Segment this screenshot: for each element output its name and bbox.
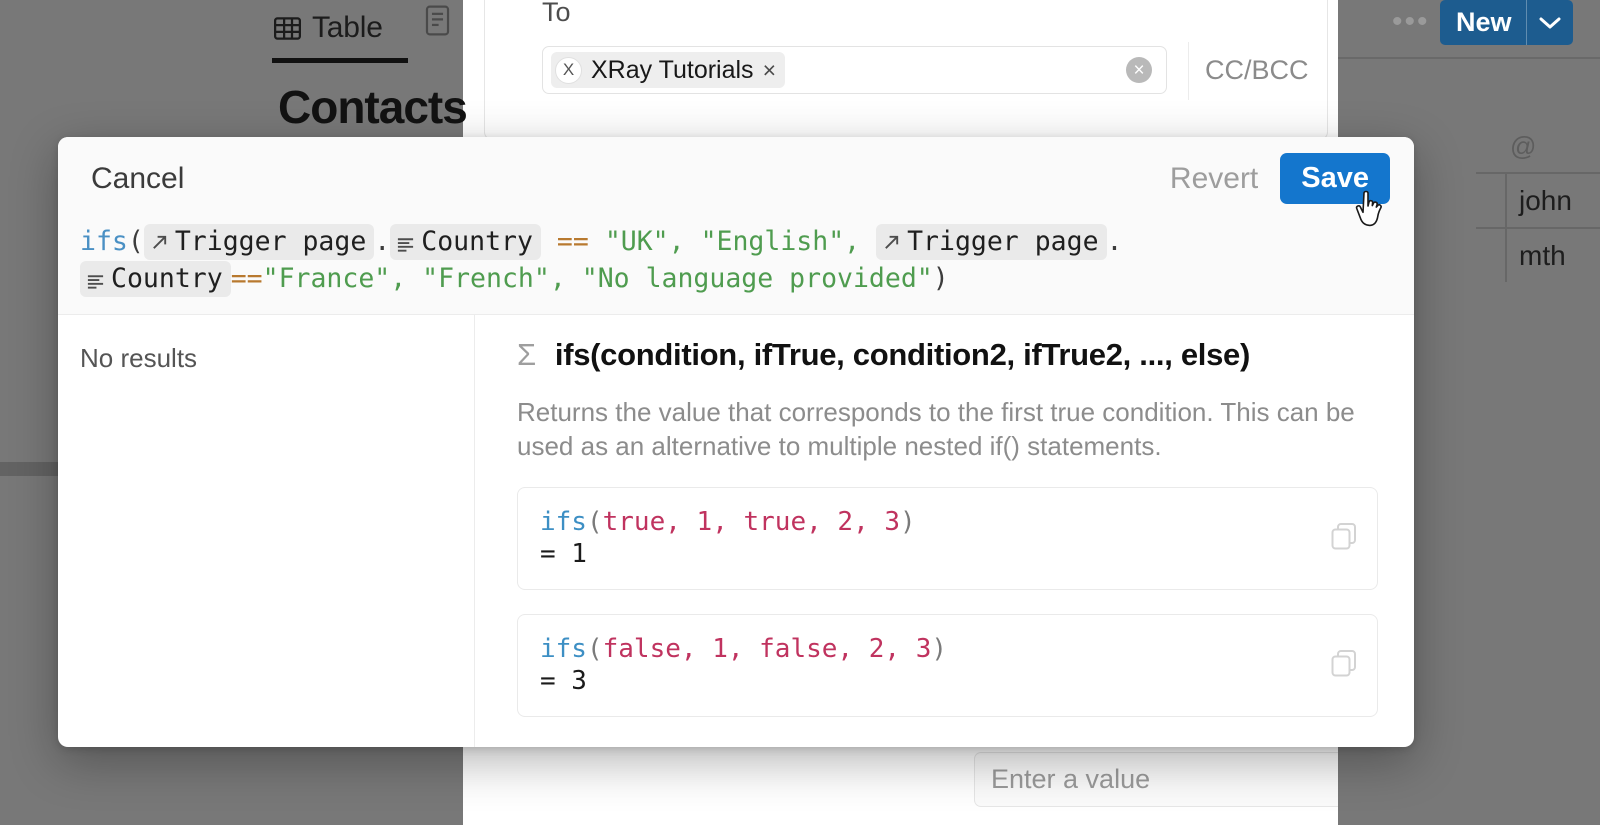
property-chip-label: Trigger page xyxy=(907,226,1099,257)
sigma-icon: Σ xyxy=(517,337,536,372)
property-chip-label: Trigger page xyxy=(174,226,367,257)
formula-dot: . xyxy=(1106,226,1123,257)
no-results-label: No results xyxy=(80,343,198,373)
arrow-up-right-icon xyxy=(150,226,169,261)
formula-operator: == xyxy=(556,226,589,257)
example-block: ifs(true, 1, true, 2, 3) = 1 xyxy=(517,487,1378,590)
text-lines-icon xyxy=(86,263,105,298)
recipient-name: XRay Tutorials xyxy=(591,55,754,84)
function-signature-row: Σ ifs(condition, ifTrue, condition2, ifT… xyxy=(517,337,1378,373)
formula-expression[interactable]: ifs( Trigger page. Country == "UK", "Engli… xyxy=(80,224,1392,298)
modal-body: No results Σ ifs(condition, ifTrue, cond… xyxy=(58,314,1414,747)
to-recipients-field[interactable]: X XRay Tutorials × × xyxy=(542,46,1167,94)
document-icon[interactable] xyxy=(425,5,450,36)
formula-input-area[interactable]: ifs( Trigger page. Country == "UK", "Engli… xyxy=(58,220,1414,314)
results-pane: No results xyxy=(58,315,475,747)
example-args: false, 1, false, 2, 3 xyxy=(602,634,932,664)
table-row[interactable]: mth xyxy=(1476,227,1600,282)
example-result: = 1 xyxy=(540,539,587,569)
recipient-chip[interactable]: X XRay Tutorials × xyxy=(551,52,785,88)
cancel-button[interactable]: Cancel xyxy=(91,162,184,196)
formula-string: h", xyxy=(517,263,566,294)
formula-string: "Frenc xyxy=(422,263,518,294)
example-open-paren: ( xyxy=(586,634,603,664)
example-code: ifs(false, 1, false, 2, 3) xyxy=(540,633,1355,666)
new-button[interactable]: New xyxy=(1440,0,1573,45)
example-result: = 3 xyxy=(540,666,587,696)
modal-header: Cancel Revert Save xyxy=(58,137,1414,220)
documentation-pane: Σ ifs(condition, ifTrue, condition2, ifT… xyxy=(475,315,1414,747)
clear-field-icon[interactable]: × xyxy=(1126,57,1152,83)
compose-card: To X XRay Tutorials × × CC/BCC xyxy=(484,0,1328,140)
page-title: Contacts xyxy=(278,81,468,133)
remove-recipient-icon[interactable]: × xyxy=(763,58,776,82)
view-tab-bar: Table xyxy=(272,0,463,63)
example-open-paren: ( xyxy=(586,507,603,537)
to-label: To xyxy=(542,0,571,27)
example-function: ifs xyxy=(540,507,587,537)
save-button[interactable]: Save xyxy=(1280,153,1390,204)
formula-string: "France", xyxy=(262,263,407,294)
value-input-placeholder: Enter a value xyxy=(991,764,1151,794)
contacts-table-fragment: @ john mth xyxy=(1476,120,1600,282)
example-function: ifs xyxy=(540,634,587,664)
table-grid-icon xyxy=(274,16,301,40)
formula-string: "English", xyxy=(700,226,861,257)
revert-button[interactable]: Revert xyxy=(1162,158,1266,200)
text-lines-icon xyxy=(396,226,415,261)
example-code: ifs(true, 1, true, 2, 3) xyxy=(540,506,1355,539)
example-close-paren: ) xyxy=(900,507,916,537)
example-args: true, 1, true, 2, 3 xyxy=(602,507,901,537)
toolbar-rule xyxy=(1338,57,1600,59)
avatar: X xyxy=(555,56,582,84)
screen: To X XRay Tutorials × × CC/BCC Enter a v… xyxy=(0,0,1600,825)
tab-table[interactable]: Table xyxy=(272,0,385,56)
formula-string: "No language provided" xyxy=(581,263,933,294)
property-chip-country[interactable]: Country xyxy=(390,224,541,260)
formula-function-name: ifs xyxy=(80,226,128,257)
property-chip-trigger-page[interactable]: Trigger page xyxy=(876,224,1107,261)
example-close-paren: ) xyxy=(931,634,948,664)
formula-close-paren: ) xyxy=(932,263,949,294)
row-gutter xyxy=(1476,174,1507,227)
header-actions: Revert Save xyxy=(1162,153,1414,204)
formula-editor-modal: Cancel Revert Save ifs(Trigger page. Coun… xyxy=(58,137,1414,747)
table-row[interactable]: john xyxy=(1476,172,1600,227)
property-chip-label: Country xyxy=(111,263,223,294)
ccbcc-link[interactable]: CC/BCC xyxy=(1205,55,1309,86)
copy-icon[interactable] xyxy=(1331,649,1357,682)
table-header-cell: @ xyxy=(1510,130,1537,161)
chevron-down-icon[interactable] xyxy=(1527,16,1573,30)
tab-table-label: Table xyxy=(312,11,383,44)
table-cell: john xyxy=(1519,184,1572,216)
function-description: Returns the value that corresponds to th… xyxy=(517,397,1355,461)
row-gutter xyxy=(1476,229,1507,282)
overflow-menu-icon[interactable]: ••• xyxy=(1392,7,1430,37)
property-chip-country[interactable]: Country xyxy=(80,261,231,297)
example-block: ifs(false, 1, false, 2, 3) = 3 xyxy=(517,614,1378,717)
new-button-label: New xyxy=(1456,7,1512,37)
property-chip-label: Country xyxy=(421,226,533,257)
formula-operator: == xyxy=(230,263,263,294)
formula-open-paren: ( xyxy=(127,226,144,257)
property-chip-trigger-page[interactable]: Trigger page xyxy=(143,224,375,261)
compose-divider xyxy=(1188,42,1189,100)
formula-string: "UK", xyxy=(604,226,685,257)
table-cell: mth xyxy=(1519,239,1566,271)
arrow-up-right-icon xyxy=(882,226,901,261)
function-signature: ifs(condition, ifTrue, condition2, ifTru… xyxy=(554,337,1251,372)
copy-icon[interactable] xyxy=(1331,522,1357,555)
formula-dot: . xyxy=(374,226,391,257)
value-input-row: Enter a value @ Σ xyxy=(484,742,1600,825)
active-tab-indicator xyxy=(272,58,408,63)
